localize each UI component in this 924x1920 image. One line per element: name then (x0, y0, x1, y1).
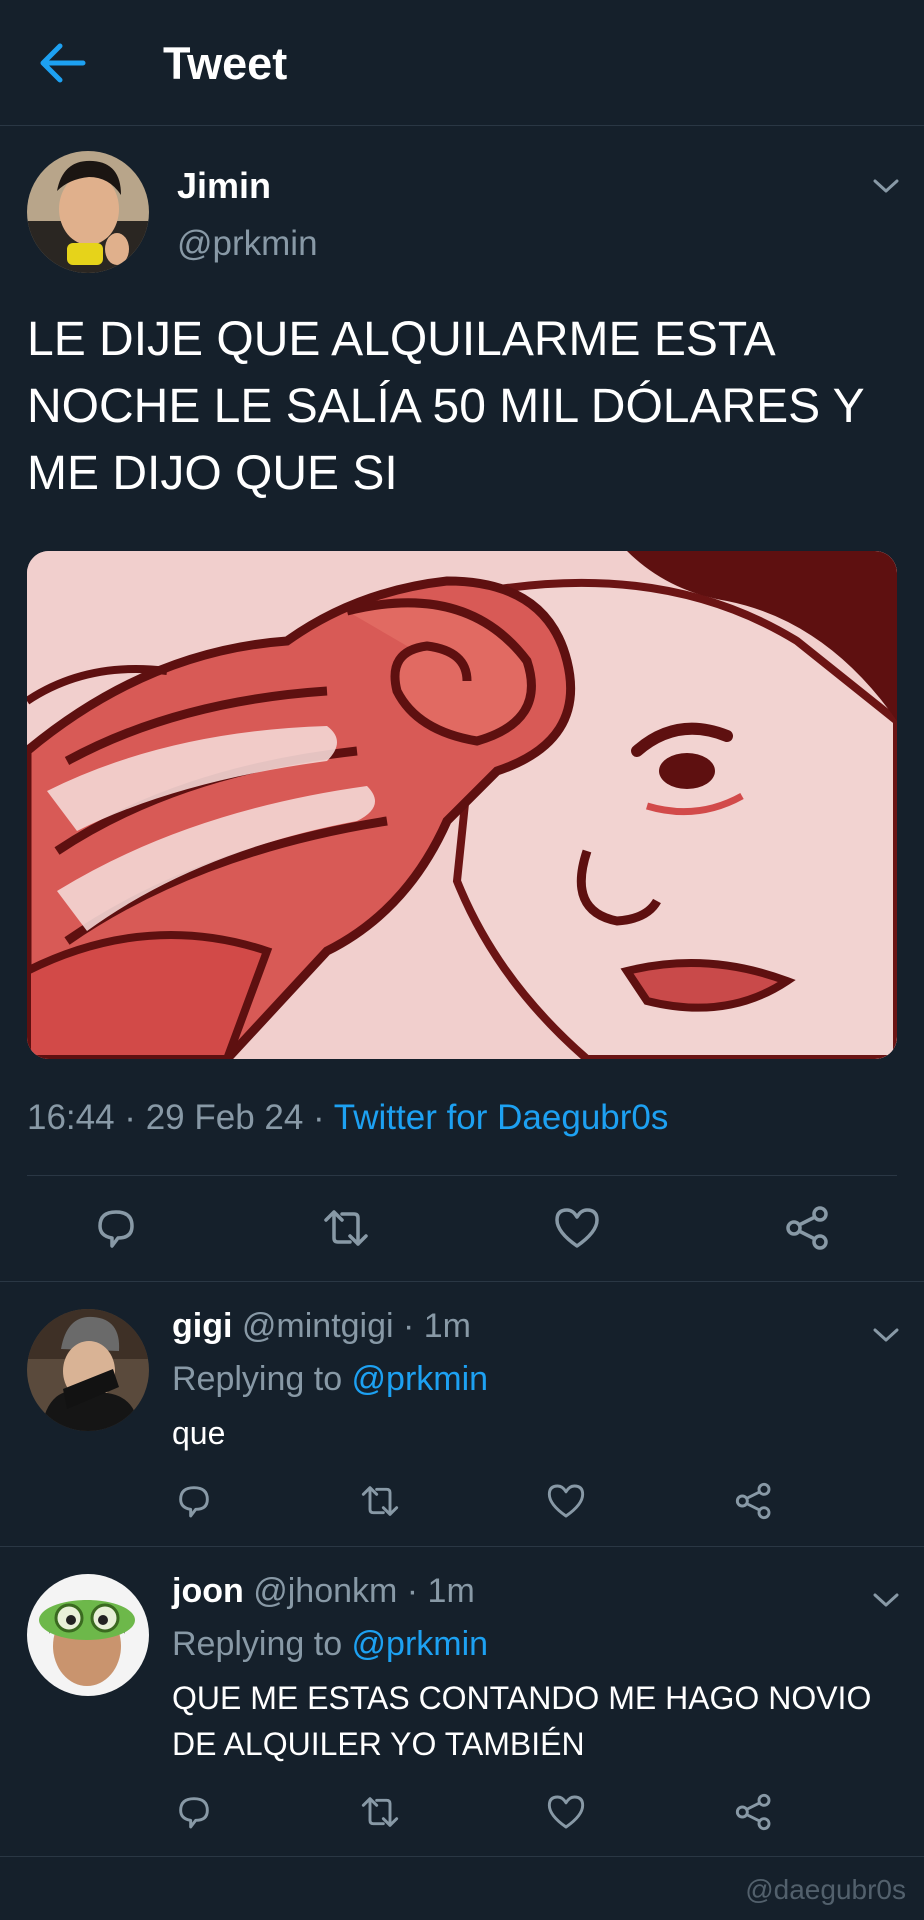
watermark: @daegubr0s (745, 1874, 906, 1905)
tweet-meta: 16:44 · 29 Feb 24 · Twitter for Daegubr0… (27, 1096, 668, 1140)
share-button[interactable] (734, 1792, 774, 1832)
retweet-button[interactable] (360, 1792, 400, 1832)
replying-to-mention[interactable]: @prkmin (352, 1625, 489, 1663)
replying-to: Replying to @prkmin (172, 1357, 488, 1401)
like-icon (555, 1208, 599, 1248)
main-tweet: Jimin @prkmin LE DIJE QUE ALQUILARME EST… (0, 126, 924, 1282)
chevron-down-icon (873, 1593, 899, 1607)
share-icon (786, 1206, 828, 1250)
like-button[interactable] (546, 1792, 586, 1832)
replying-to: Replying to @prkmin (172, 1622, 488, 1666)
reply-button[interactable] (92, 1204, 140, 1252)
replying-to-mention[interactable]: @prkmin (352, 1360, 489, 1398)
reply-icon (179, 1797, 209, 1829)
reply-author-name[interactable]: joon (172, 1572, 244, 1610)
reply-icon (179, 1486, 209, 1518)
more-options-button[interactable] (871, 1325, 901, 1345)
retweet-button[interactable] (360, 1481, 400, 1521)
avatar[interactable] (27, 151, 149, 273)
page-title: Tweet (163, 38, 288, 89)
reply-text: que (172, 1415, 226, 1451)
replying-to-label: Replying to (172, 1625, 352, 1663)
more-options-button[interactable] (871, 1590, 901, 1610)
tweet-source-link[interactable]: Twitter for Daegubr0s (334, 1098, 669, 1137)
avatar[interactable] (27, 1574, 149, 1696)
reply-author-name[interactable]: gigi (172, 1307, 232, 1345)
arrow-left-icon (40, 43, 86, 83)
tweet-text: LE DIJE QUE ALQUILARME ESTA NOCHE LE SAL… (27, 313, 864, 500)
avatar[interactable] (27, 1309, 149, 1431)
share-icon (735, 1482, 771, 1520)
author-handle[interactable]: @prkmin (177, 222, 318, 266)
like-icon (547, 1795, 585, 1829)
like-icon (547, 1484, 585, 1518)
more-options-button[interactable] (871, 176, 901, 196)
reply-header: joon @jhonkm · 1m (172, 1569, 475, 1613)
reply-icon (98, 1210, 134, 1248)
reply-author-handle: @jhonkm · 1m (253, 1572, 475, 1610)
retweet-button[interactable] (322, 1204, 370, 1252)
tweet-image[interactable] (27, 551, 897, 1059)
tweet-timestamp: 16:44 · 29 Feb 24 · (27, 1098, 334, 1137)
share-icon (735, 1793, 771, 1831)
share-button[interactable] (734, 1481, 774, 1521)
retweet-icon (324, 1210, 368, 1246)
retweet-icon (361, 1486, 399, 1516)
like-button[interactable] (553, 1204, 601, 1252)
reply-button[interactable] (174, 1792, 214, 1832)
author-name[interactable]: Jimin (177, 164, 271, 208)
chevron-down-icon (873, 179, 899, 193)
share-button[interactable] (784, 1204, 832, 1252)
divider (27, 1175, 897, 1176)
reply-item[interactable]: joon @jhonkm · 1m Replying to @prkmin QU… (0, 1547, 924, 1857)
like-button[interactable] (546, 1481, 586, 1521)
back-button[interactable] (38, 40, 88, 86)
reply-item[interactable]: gigi @mintgigi · 1m Replying to @prkmin … (0, 1282, 924, 1547)
retweet-icon (361, 1797, 399, 1827)
reply-header: gigi @mintgigi · 1m (172, 1304, 471, 1348)
top-bar: Tweet (0, 0, 924, 126)
reply-button[interactable] (174, 1481, 214, 1521)
chevron-down-icon (873, 1328, 899, 1342)
replying-to-label: Replying to (172, 1360, 352, 1398)
reply-author-handle: @mintgigi · 1m (241, 1307, 472, 1345)
reply-text: QUE ME ESTAS CONTANDO ME HAGO NOVIO DE A… (172, 1680, 872, 1762)
